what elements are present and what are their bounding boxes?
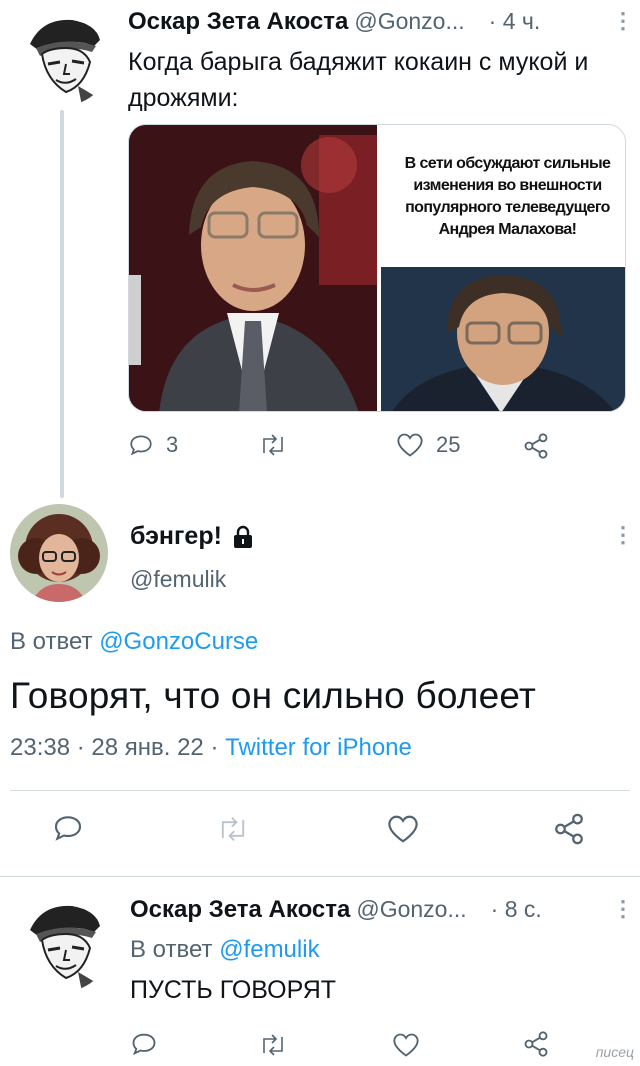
retweet-button[interactable] bbox=[258, 432, 288, 458]
media-news-card[interactable]: В сети обсуждают сильные изменения во вн… bbox=[380, 125, 625, 411]
share-button[interactable] bbox=[522, 1030, 550, 1058]
tweet-header: Оскар Зета Акоста @Gonzo... · 8 с. bbox=[130, 896, 542, 924]
more-icon[interactable]: ⋮ bbox=[612, 898, 634, 920]
avatar[interactable] bbox=[12, 892, 112, 992]
retweet-icon bbox=[263, 434, 283, 456]
reply-to-link[interactable]: @GonzoCurse bbox=[99, 628, 258, 655]
reply-icon bbox=[54, 816, 82, 841]
news-caption: В сети обсуждают сильные изменения во вн… bbox=[404, 155, 611, 238]
timestamp[interactable]: · 8 с. bbox=[491, 896, 542, 923]
more-icon[interactable]: ⋮ bbox=[612, 10, 634, 32]
retweet-button[interactable] bbox=[258, 1032, 288, 1058]
tweet-meta: 23:38 · 28 янв. 22 · Twitter for iPhone bbox=[10, 734, 412, 762]
timestamp[interactable]: · 4 ч. bbox=[489, 8, 541, 35]
lock-icon bbox=[233, 525, 252, 548]
tweet-text: ПУСТЬ ГОВОРЯТ bbox=[130, 976, 337, 1004]
divider bbox=[0, 876, 640, 877]
reply-context: В ответ @GonzoCurse bbox=[10, 628, 258, 656]
retweet-icon bbox=[221, 817, 245, 841]
avatar-photo bbox=[10, 504, 108, 602]
avatar[interactable] bbox=[10, 504, 108, 602]
retweet-icon bbox=[263, 1034, 283, 1056]
reply-button[interactable] bbox=[52, 812, 84, 844]
reply-icon bbox=[132, 1033, 156, 1056]
author-handle[interactable]: @femulik bbox=[130, 566, 226, 593]
reply-button[interactable]: 3 bbox=[128, 432, 178, 458]
reply-button[interactable] bbox=[130, 1030, 158, 1058]
avatar-illustration bbox=[13, 893, 111, 992]
author-name[interactable]: бэнгер! bbox=[130, 522, 222, 551]
like-button[interactable]: 25 bbox=[396, 432, 460, 458]
divider bbox=[10, 790, 630, 791]
source-link[interactable]: Twitter for iPhone bbox=[225, 734, 412, 761]
thread-line bbox=[60, 110, 64, 498]
reply-context: В ответ @femulik bbox=[130, 936, 320, 964]
like-count: 25 bbox=[436, 432, 461, 457]
share-icon bbox=[524, 1031, 548, 1057]
tweet-text: Говорят, что он сильно болеет bbox=[10, 675, 537, 716]
tweet-header: Оскар Зета Акоста @Gonzo... · 4 ч. bbox=[128, 8, 540, 36]
reply-icon bbox=[130, 435, 152, 456]
watermark: писец bbox=[595, 1044, 634, 1060]
more-icon[interactable]: ⋮ bbox=[612, 524, 634, 546]
avatar-illustration bbox=[13, 7, 111, 106]
share-button[interactable] bbox=[552, 812, 586, 846]
share-icon bbox=[524, 433, 548, 459]
reply-prefix: В ответ bbox=[10, 628, 93, 655]
reply-to-link[interactable]: @femulik bbox=[219, 936, 319, 963]
avatar[interactable] bbox=[12, 6, 112, 106]
heart-icon bbox=[393, 1033, 419, 1057]
tweet-media[interactable]: В сети обсуждают сильные изменения во вн… bbox=[128, 124, 626, 412]
author-handle[interactable]: @Gonzo... bbox=[354, 8, 464, 35]
reply-prefix: В ответ bbox=[130, 936, 213, 963]
man-portrait-image bbox=[129, 125, 377, 411]
like-button[interactable] bbox=[392, 1032, 420, 1058]
author-name[interactable]: Оскар Зета Акоста bbox=[128, 8, 348, 36]
author-name[interactable]: Оскар Зета Акоста bbox=[130, 896, 350, 924]
reply-count: 3 bbox=[166, 432, 179, 457]
media-photo-left[interactable] bbox=[129, 125, 377, 411]
timestamp[interactable]: 23:38 · 28 янв. 22 · bbox=[10, 734, 218, 761]
tweet-text: Когда барыга бадяжит кокаин с мукой и др… bbox=[128, 48, 589, 112]
heart-icon bbox=[388, 815, 418, 843]
author-handle[interactable]: @Gonzo... bbox=[356, 896, 466, 923]
share-button[interactable] bbox=[522, 432, 550, 460]
tweet-header: бэнгер! bbox=[130, 522, 254, 551]
like-button[interactable] bbox=[386, 814, 420, 844]
share-icon bbox=[555, 813, 583, 845]
retweet-button[interactable] bbox=[216, 814, 250, 844]
news-photo bbox=[380, 267, 625, 411]
heart-icon bbox=[397, 433, 423, 457]
man-portrait-image bbox=[380, 267, 625, 411]
